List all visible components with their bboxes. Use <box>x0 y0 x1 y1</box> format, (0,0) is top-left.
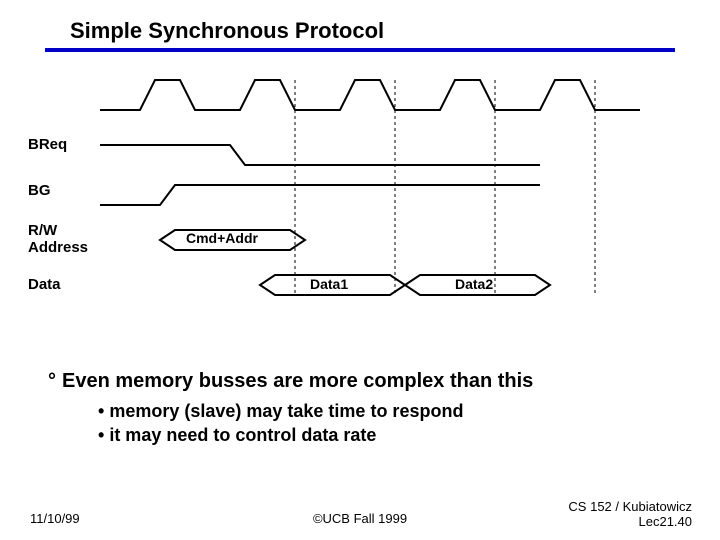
bullet-sub-1: • memory (slave) may take time to respon… <box>98 399 678 423</box>
title-area: Simple Synchronous Protocol <box>0 0 720 44</box>
bubble-data1: Data1 <box>310 276 348 292</box>
clock-wave <box>100 80 640 110</box>
footer: 11/10/99 ©UCB Fall 1999 CS 152 / Kubiato… <box>0 496 720 526</box>
slide-title: Simple Synchronous Protocol <box>70 18 720 44</box>
footer-course: CS 152 / Kubiatowicz <box>568 499 692 514</box>
footer-lec: Lec21.40 <box>639 514 693 529</box>
bg-wave <box>100 185 540 205</box>
bullet-sub-2: • it may need to control data rate <box>98 423 678 447</box>
footer-right: CS 152 / Kubiatowicz Lec21.40 <box>568 499 692 530</box>
timing-svg <box>0 70 720 300</box>
bullet-sub-1-text: memory (slave) may take time to respond <box>109 401 463 421</box>
timing-diagram: BReq BG R/W Address Data Cmd+Addr Data1 … <box>0 70 720 300</box>
title-underline <box>45 48 675 52</box>
bullet-main: °Even memory busses are more complex tha… <box>48 370 678 393</box>
label-breq: BReq <box>28 136 67 153</box>
breq-wave <box>100 145 540 165</box>
label-rw: R/W Address <box>28 222 88 256</box>
bullet-main-text: Even memory busses are more complex than… <box>62 370 533 392</box>
label-bg: BG <box>28 182 51 199</box>
bullet-block: °Even memory busses are more complex tha… <box>48 370 678 448</box>
label-data: Data <box>28 276 61 293</box>
bubble-data2: Data2 <box>455 276 493 292</box>
bullet-sub-2-text: it may need to control data rate <box>109 425 376 445</box>
bubble-cmdaddr: Cmd+Addr <box>186 230 258 246</box>
